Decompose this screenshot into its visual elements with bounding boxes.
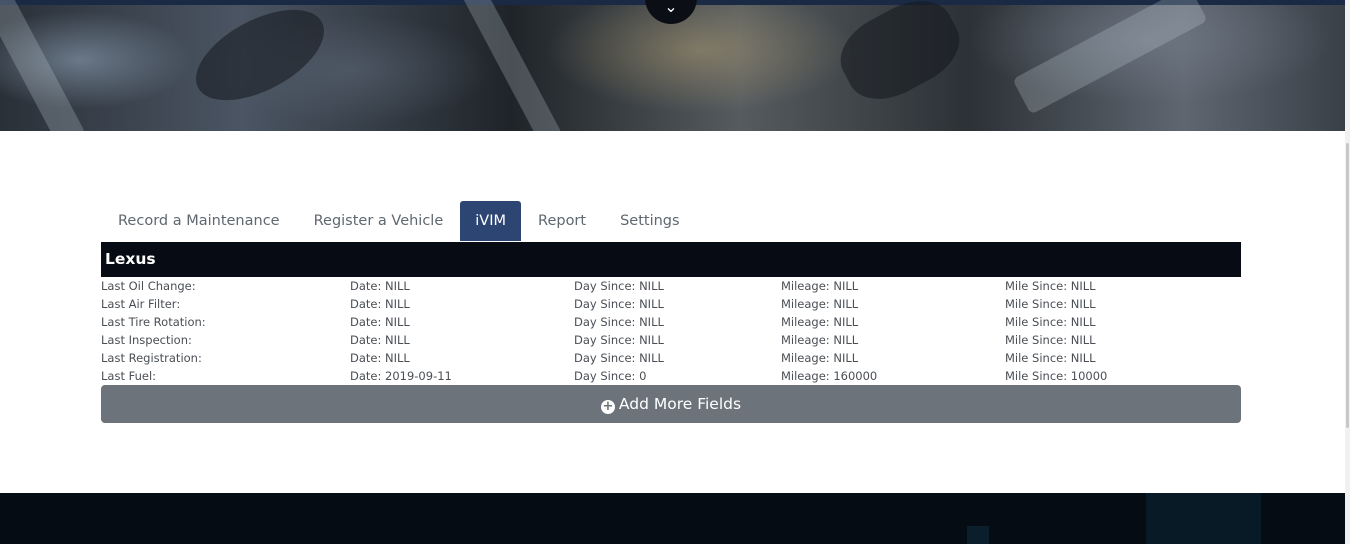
row-mile-since: Mile Since: NILL	[1005, 351, 1096, 365]
tab-settings[interactable]: Settings	[603, 201, 696, 241]
page-footer	[0, 493, 1345, 544]
table-row: Last Inspection: Date: NILL Day Since: N…	[101, 331, 1241, 349]
row-mileage: Mileage: NILL	[781, 333, 859, 347]
row-day-since: Day Since: NILL	[574, 279, 664, 293]
row-day-since: Day Since: NILL	[574, 333, 664, 347]
row-mileage: Mileage: NILL	[781, 297, 859, 311]
table-row: Last Registration: Date: NILL Day Since:…	[101, 349, 1241, 367]
row-date: Date: 2019-09-11	[350, 369, 452, 383]
footer-decor	[1146, 493, 1261, 544]
row-mile-since: Mile Since: NILL	[1005, 297, 1096, 311]
row-mile-since: Mile Since: 10000	[1005, 369, 1108, 383]
row-mileage: Mileage: NILL	[781, 351, 859, 365]
hero-decor	[461, 0, 563, 131]
row-mileage: Mileage: NILL	[781, 279, 859, 293]
row-date: Date: NILL	[350, 351, 410, 365]
row-label: Last Fuel:	[101, 369, 157, 383]
row-label: Last Air Filter:	[101, 297, 181, 311]
row-label: Last Oil Change:	[101, 279, 196, 293]
table-row: Last Tire Rotation: Date: NILL Day Since…	[101, 313, 1241, 331]
row-date: Date: NILL	[350, 333, 410, 347]
table-row: Last Oil Change: Date: NILL Day Since: N…	[101, 277, 1241, 295]
row-label: Last Registration:	[101, 351, 202, 365]
table-row: Last Fuel: Date: 2019-09-11 Day Since: 0…	[101, 367, 1241, 385]
row-date: Date: NILL	[350, 279, 410, 293]
hero-decor	[0, 0, 86, 131]
hero-decor	[1012, 0, 1208, 115]
row-mile-since: Mile Since: NILL	[1005, 279, 1096, 293]
vehicle-name-header: Lexus	[101, 242, 1241, 277]
maintenance-table: Last Oil Change: Date: NILL Day Since: N…	[101, 277, 1241, 385]
footer-decor	[967, 526, 989, 544]
chevron-down-icon[interactable]: ⌄	[645, 0, 697, 24]
add-more-fields-button[interactable]: + Add More Fields	[101, 385, 1241, 423]
row-mileage: Mileage: 160000	[781, 369, 878, 383]
page-scrollbar[interactable]	[1345, 0, 1350, 544]
row-mileage: Mileage: NILL	[781, 315, 859, 329]
tab-ivim[interactable]: iVIM	[460, 201, 522, 241]
row-label: Last Tire Rotation:	[101, 315, 206, 329]
tab-register-vehicle[interactable]: Register a Vehicle	[297, 201, 461, 241]
add-more-fields-label: Add More Fields	[618, 395, 742, 413]
row-mile-since: Mile Since: NILL	[1005, 315, 1096, 329]
hero-banner: ⌄	[0, 0, 1345, 131]
row-date: Date: NILL	[350, 315, 410, 329]
tab-record-maintenance[interactable]: Record a Maintenance	[101, 201, 297, 241]
plus-circle-icon: +	[600, 399, 615, 414]
row-day-since: Day Since: NILL	[574, 297, 664, 311]
row-day-since: Day Since: 0	[574, 369, 647, 383]
hero-decor	[181, 0, 339, 119]
row-day-since: Day Since: NILL	[574, 315, 664, 329]
hero-decor	[828, 0, 972, 114]
tab-report[interactable]: Report	[521, 201, 603, 241]
row-mile-since: Mile Since: NILL	[1005, 333, 1096, 347]
scrollbar-thumb[interactable]	[1346, 143, 1349, 428]
table-row: Last Air Filter: Date: NILL Day Since: N…	[101, 295, 1241, 313]
row-label: Last Inspection:	[101, 333, 192, 347]
tab-bar: Record a Maintenance Register a Vehicle …	[101, 201, 697, 241]
row-day-since: Day Since: NILL	[574, 351, 664, 365]
row-date: Date: NILL	[350, 297, 410, 311]
